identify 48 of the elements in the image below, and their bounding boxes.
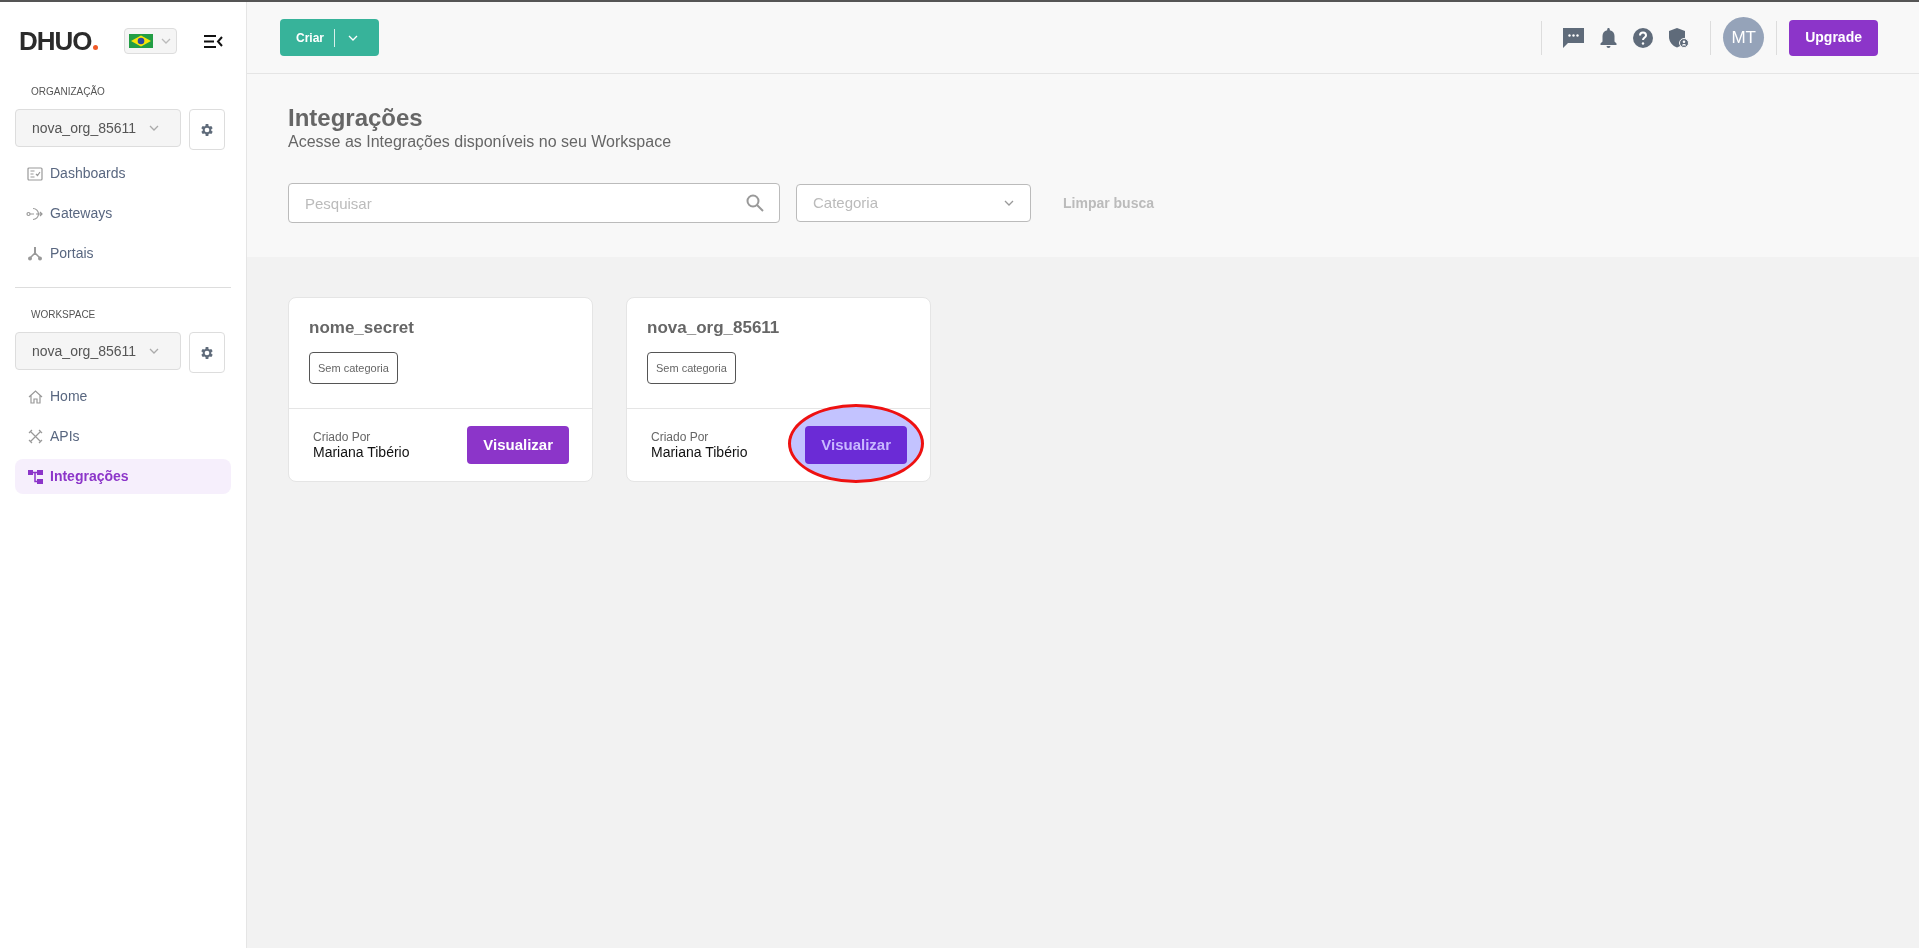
language-select[interactable] [123,28,177,54]
flag-icon [128,34,153,48]
tools-icon [26,429,44,444]
settings-button[interactable] [189,109,225,150]
card-title: nome_secret [309,318,415,338]
sidebar-item[interactable]: Home [15,379,231,414]
portal-icon [26,246,44,261]
gear-icon [199,121,215,138]
category-tag: Sem categoria [309,352,398,384]
created-by-label: Criado Por [651,430,710,444]
collapse-menu-icon[interactable] [204,33,224,49]
gear-icon [199,344,215,361]
section-label: ORGANIZAÇÃO [31,84,106,99]
gateway-icon [26,206,44,221]
chevron-down-icon [149,125,159,131]
search-icon [746,194,764,212]
dashboard-icon [26,166,44,181]
logo: DHUO [19,26,99,56]
sidebar-item[interactable]: Gateways [15,196,231,231]
sidebar-item[interactable]: Portais [15,236,231,271]
creator-name: Mariana Tibério [313,443,410,460]
integration-icon [26,469,44,484]
sidebar-item[interactable]: APIs [15,419,231,454]
sidebar-item[interactable]: Integrações [15,459,231,494]
chat-icon[interactable] [1563,27,1585,48]
chevron-down-icon [1004,200,1014,206]
section-label: WORKSPACE [31,308,97,322]
category-tag: Sem categoria [647,352,736,384]
chevron-down-icon [160,38,171,44]
chevron-down-icon [149,348,159,354]
page-subtitle: Acesse as Integrações disponíveis no seu Workspace [288,132,673,152]
created-by-label: Criado Por [313,430,372,444]
view-button[interactable]: Visualizar [467,426,569,464]
search-field[interactable]: Pesquisar [288,183,780,223]
view-button[interactable]: Visualizar [805,426,907,464]
settings-button[interactable] [189,332,225,373]
creator-name: Mariana Tibério [651,443,748,460]
sidebar-item[interactable]: Dashboards [15,156,231,191]
shield-user-icon[interactable] [1669,27,1690,48]
upgrade-button[interactable]: Upgrade [1789,19,1878,56]
chevron-down-icon [348,34,358,41]
home-icon [26,389,44,404]
select-dropdown[interactable]: nova_org_85611 [15,332,181,370]
page-title: Integrações [288,104,424,132]
help-icon[interactable] [1633,27,1654,48]
select-dropdown[interactable]: nova_org_85611 [15,109,181,147]
bell-icon[interactable] [1600,27,1618,48]
card-title: nova_org_85611 [647,318,781,338]
